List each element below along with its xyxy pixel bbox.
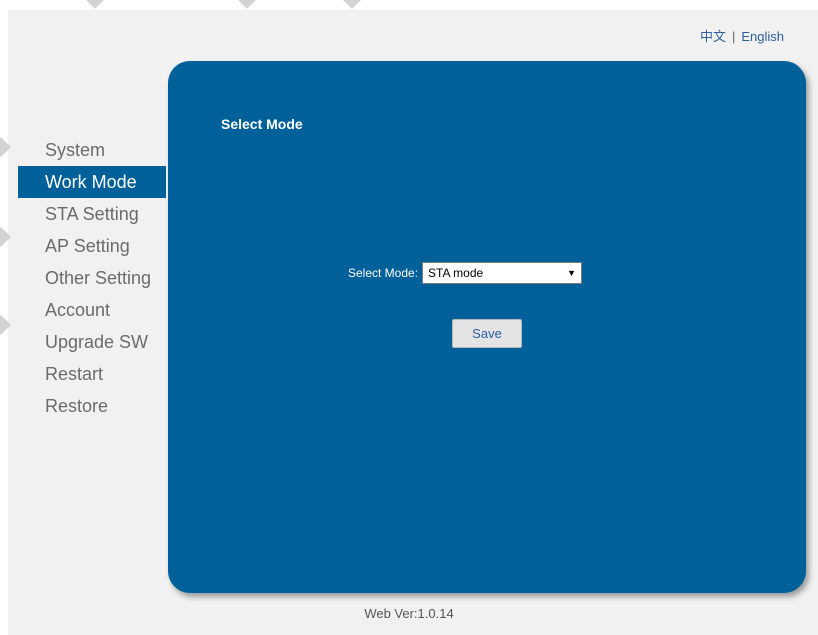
sidebar-item-ap-setting[interactable]: AP Setting — [18, 230, 166, 262]
language-chinese-link[interactable]: 中文 — [700, 29, 726, 44]
content-panel: Select Mode Select Mode: STA mode ▼ Save — [168, 61, 806, 593]
language-switcher: 中文 | English — [700, 26, 784, 45]
sidebar-item-upgrade-sw[interactable]: Upgrade SW — [18, 326, 166, 358]
web-version-footer: Web Ver:1.0.14 — [364, 606, 454, 621]
mode-select-row: Select Mode: STA mode ▼ — [348, 262, 583, 284]
panel-title: Select Mode — [221, 116, 303, 132]
language-separator: | — [731, 29, 736, 44]
sidebar-item-other-setting[interactable]: Other Setting — [18, 262, 166, 294]
save-button[interactable]: Save — [452, 319, 522, 348]
sidebar-item-system[interactable]: System — [18, 134, 166, 166]
mode-select-dropdown[interactable]: STA mode ▼ — [422, 262, 583, 284]
sidebar-item-sta-setting[interactable]: STA Setting — [18, 198, 166, 230]
dropdown-arrow-icon: ▼ — [567, 268, 577, 278]
sidebar-nav: System Work Mode STA Setting AP Setting … — [18, 134, 166, 422]
decorative-diamond — [342, 0, 362, 9]
sidebar-item-restore[interactable]: Restore — [18, 390, 166, 422]
sidebar-item-account[interactable]: Account — [18, 294, 166, 326]
sidebar-item-work-mode[interactable]: Work Mode — [18, 166, 166, 198]
language-english-link[interactable]: English — [741, 29, 784, 44]
decorative-diamond — [85, 0, 105, 9]
mode-select-label: Select Mode: — [348, 266, 419, 280]
decorative-diamond — [237, 0, 257, 9]
mode-select-value: STA mode — [428, 266, 484, 280]
sidebar-item-restart[interactable]: Restart — [18, 358, 166, 390]
